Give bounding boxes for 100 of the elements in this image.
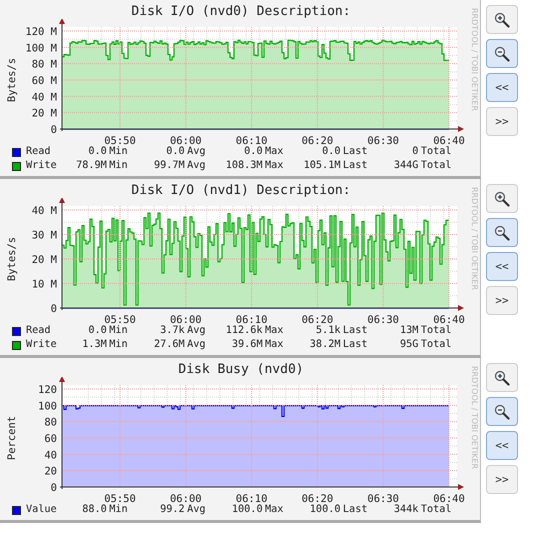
nav-button[interactable]: << (486, 431, 518, 460)
y-tick-label: 0 (50, 482, 57, 494)
nav-button[interactable]: >> (486, 286, 518, 315)
zoom-out-button[interactable] (486, 397, 518, 426)
y-tick-label: 80 M (32, 58, 57, 71)
y-tick-label: 60 (44, 433, 57, 445)
x-tick-label: 06:20 (302, 135, 334, 145)
x-tick-label: 06:30 (367, 135, 399, 145)
stat-value: 39.6M (232, 338, 263, 352)
zoom-in-button[interactable] (486, 5, 518, 34)
stat-value: 95G (400, 338, 418, 352)
zoom-out-button[interactable] (486, 218, 518, 247)
x-tick-label: 06:10 (236, 493, 268, 503)
stat-label: Max (265, 324, 284, 338)
x-tick-label: 06:10 (236, 135, 268, 145)
nav-button[interactable]: >> (486, 107, 518, 136)
stat-label: Total (420, 145, 452, 159)
y-tick-label: 20 M (32, 108, 57, 120)
stat-value: 13M (400, 324, 418, 338)
y-tick-label: 120 M (25, 26, 57, 38)
y-tick-label: 0 (50, 303, 57, 315)
stat-value: 0.0 (88, 145, 107, 159)
stat-label: Avg (187, 503, 207, 517)
zoom-out-icon (494, 46, 510, 62)
chart-title: Disk Busy (nvd0) (178, 362, 304, 377)
stat-label: Max (265, 503, 284, 517)
stat-label: Avg (187, 145, 207, 159)
x-tick-label: 06:00 (170, 493, 202, 503)
credit-text: RRDTOOL / TOBI OETIKER (470, 366, 479, 470)
zoom-in-button[interactable] (486, 363, 518, 392)
stat-value: 112.6k (226, 324, 263, 338)
stat-value: 100.0 (310, 503, 340, 517)
stat-label: Total (420, 338, 452, 352)
legend-label: Write (26, 338, 58, 352)
stat-label: Total (420, 503, 452, 517)
legend-label: Write (26, 159, 58, 173)
y-tick-label: 20 (44, 466, 57, 478)
stat-label: Last (342, 338, 368, 352)
y-tick-label: 80 (44, 416, 57, 429)
stat-value: 0.0 (244, 145, 263, 159)
nav-button[interactable]: >> (486, 465, 518, 494)
stat-value: 105.1M (304, 159, 340, 173)
stat-value: 0.0 (166, 145, 185, 159)
x-tick-label: 06:40 (433, 314, 465, 324)
y-axis-label: Bytes/s (6, 236, 18, 282)
stat-label: Min (109, 324, 129, 338)
stat-label: Min (109, 159, 129, 173)
y-tick-label: 30 M (32, 230, 57, 242)
stat-value: 3.7k (160, 324, 185, 338)
stat-value: 99.7M (154, 159, 185, 173)
stat-value: 99.2 (160, 503, 185, 517)
y-tick-label: 120 (38, 384, 57, 396)
x-tick-label: 05:50 (104, 493, 136, 503)
stat-label: Last (342, 145, 368, 159)
zoom-out-button[interactable] (486, 39, 518, 68)
nav-button[interactable]: << (486, 73, 518, 102)
stat-label: Last (342, 324, 368, 338)
x-tick-label: 06:00 (170, 314, 202, 324)
stat-value: 344k (394, 503, 418, 517)
stat-value: 1.3M (82, 338, 107, 352)
stat-label: Last (342, 159, 368, 173)
x-tick-label: 06:10 (236, 314, 268, 324)
stat-value: 0.0 (322, 145, 340, 159)
stat-value: 27.6M (154, 338, 185, 352)
x-tick-label: 06:30 (367, 314, 399, 324)
zoom-in-icon (494, 12, 510, 28)
x-tick-label: 06:40 (433, 493, 465, 503)
zoom-in-icon (494, 370, 510, 386)
y-tick-label: 20 M (32, 254, 57, 266)
y-tick-label: 100 M (25, 42, 57, 54)
stat-label: Max (265, 159, 284, 173)
chart-title: Disk I/O (nvd1) Description: (131, 183, 351, 198)
stat-value: 88.0 (82, 503, 107, 517)
stat-value: 0 (412, 145, 418, 159)
y-tick-label: 100 (38, 400, 57, 412)
legend-label: Value (26, 503, 58, 517)
x-tick-label: 06:20 (302, 493, 334, 503)
chart-title: Disk I/O (nvd0) Description: (131, 4, 351, 19)
x-tick-label: 06:20 (302, 314, 334, 324)
stat-label: Avg (187, 159, 207, 173)
stat-value: 5.1k (316, 324, 340, 338)
x-tick-label: 05:50 (104, 135, 136, 145)
legend-label: Read (26, 145, 52, 159)
y-tick-label: 40 (44, 449, 57, 462)
stat-label: Min (109, 145, 129, 159)
stat-label: Max (265, 338, 284, 352)
nav-button[interactable]: << (486, 252, 518, 281)
stat-label: Total (420, 159, 452, 173)
zoom-in-button[interactable] (486, 184, 518, 213)
stat-label: Min (109, 338, 129, 352)
y-axis-label: Percent (6, 416, 18, 460)
y-tick-label: 60 M (32, 75, 57, 87)
stat-value: 38.2M (310, 338, 340, 352)
x-tick-label: 06:00 (170, 135, 202, 145)
stat-label: Avg (187, 338, 207, 352)
stat-label: Min (109, 503, 129, 517)
x-tick-label: 06:40 (433, 135, 465, 145)
y-tick-label: 40 M (32, 205, 57, 217)
stat-value: 0.0 (88, 324, 107, 338)
y-tick-label: 40 M (32, 91, 57, 104)
